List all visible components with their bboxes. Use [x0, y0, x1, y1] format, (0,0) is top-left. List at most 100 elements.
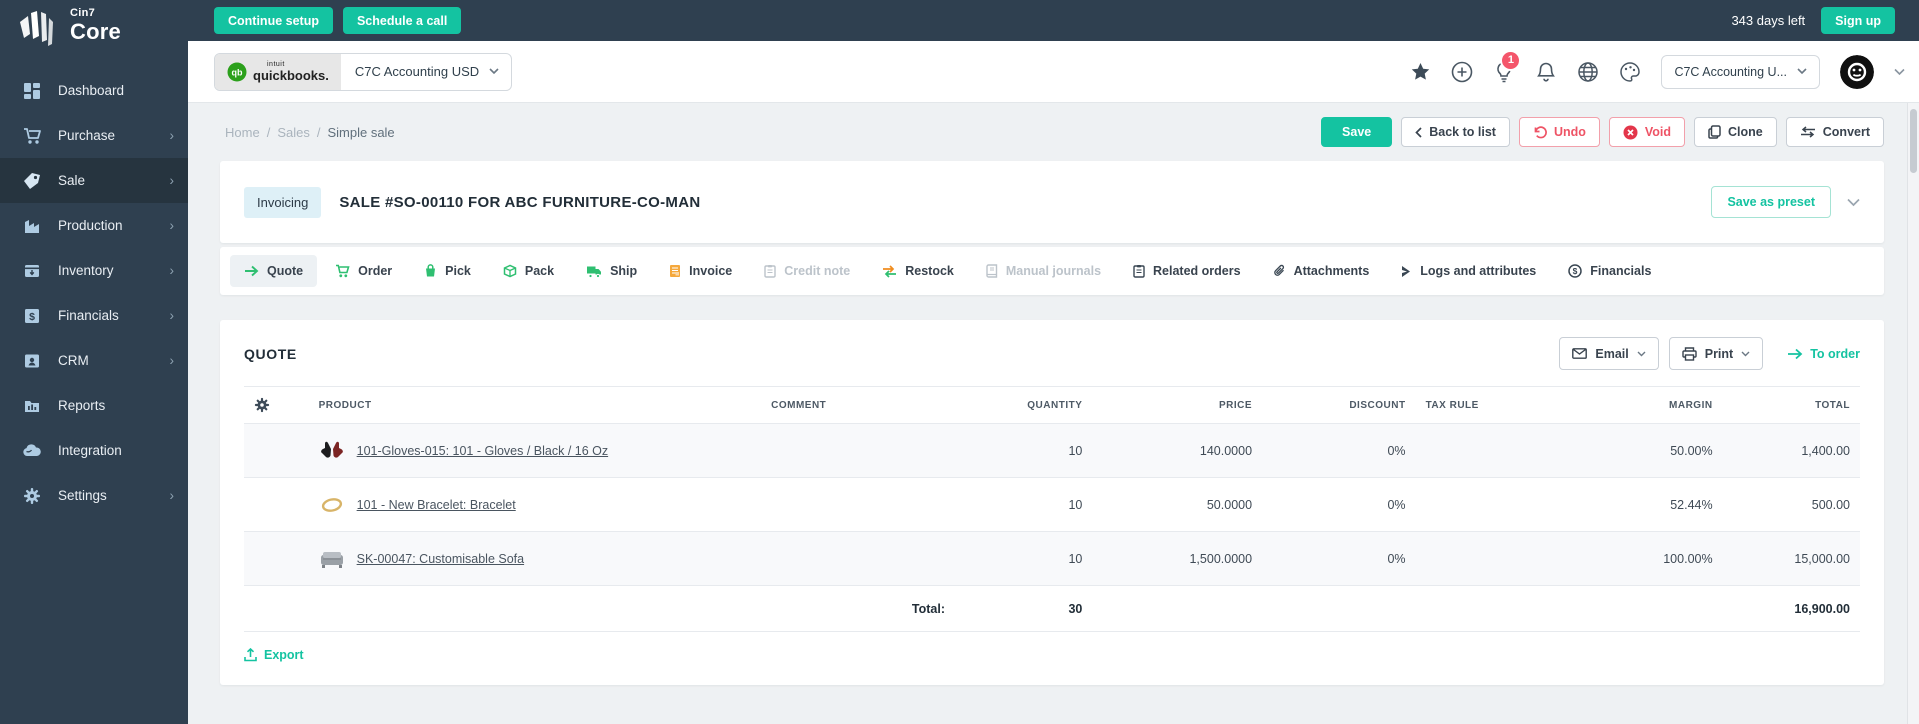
sidebar-item-integration[interactable]: Integration: [0, 428, 188, 473]
product-link[interactable]: SK-00047: Customisable Sofa: [357, 552, 524, 566]
tag-icon: [22, 171, 42, 191]
product-link[interactable]: 101-Gloves-015: 101 - Gloves / Black / 1…: [357, 444, 609, 458]
trial-days-left: 343 days left: [1731, 13, 1806, 28]
back-to-list-button[interactable]: Back to list: [1401, 117, 1510, 147]
cell-quantity[interactable]: 10: [955, 424, 1092, 478]
cell-comment[interactable]: [761, 424, 955, 478]
tab-attachments[interactable]: Attachments: [1259, 255, 1384, 287]
cell-discount[interactable]: 0%: [1262, 478, 1416, 532]
plus-circle-icon[interactable]: [1451, 61, 1473, 83]
sidebar-item-dashboard[interactable]: Dashboard: [0, 68, 188, 113]
sidebar-item-financials[interactable]: $ Financials ›: [0, 293, 188, 338]
sidebar-item-label: Purchase: [58, 128, 116, 143]
sidebar-item-purchase[interactable]: Purchase ›: [0, 113, 188, 158]
envelope-icon: [1572, 348, 1588, 359]
clone-button[interactable]: Clone: [1694, 117, 1777, 147]
sofa-thumbnail: [320, 551, 343, 568]
cell-tax-rule[interactable]: [1416, 532, 1561, 586]
clipboard-icon: [764, 265, 776, 278]
scrollbar-thumb[interactable]: [1910, 109, 1917, 173]
tab-invoice[interactable]: Invoice: [655, 255, 746, 287]
sidebar-item-sale[interactable]: Sale ›: [0, 158, 188, 203]
cell-price[interactable]: 1,500.0000: [1092, 532, 1262, 586]
column-settings-gear-icon[interactable]: [254, 397, 299, 413]
convert-button[interactable]: Convert: [1785, 117, 1884, 147]
tab-restock[interactable]: Restock: [868, 255, 968, 287]
continue-setup-button[interactable]: Continue setup: [214, 7, 333, 34]
email-button[interactable]: Email: [1559, 337, 1659, 370]
account-selector-dropdown[interactable]: C7C Accounting U...: [1661, 54, 1820, 89]
tab-quote[interactable]: Quote: [230, 255, 318, 287]
cell-margin: 50.00%: [1670, 443, 1713, 458]
cell-quantity[interactable]: 10: [955, 532, 1092, 586]
collapse-chevron-icon[interactable]: [1847, 198, 1860, 207]
col-header-comment[interactable]: COMMENT: [761, 387, 955, 424]
col-header-tax-rule[interactable]: TAX RULE: [1416, 387, 1561, 424]
page-title: SALE #SO-00110 FOR ABC FURNITURE-CO-MAN: [339, 193, 701, 211]
brand-name-big: Core: [70, 19, 121, 44]
cell-discount[interactable]: 0%: [1262, 424, 1416, 478]
vertical-scrollbar[interactable]: [1907, 103, 1919, 724]
col-header-total[interactable]: TOTAL: [1723, 387, 1860, 424]
tab-pack[interactable]: Pack: [489, 255, 568, 287]
schedule-call-button[interactable]: Schedule a call: [342, 7, 462, 34]
cell-quantity[interactable]: 10: [955, 478, 1092, 532]
tab-pick[interactable]: Pick: [410, 255, 485, 287]
notification-badge[interactable]: 1: [1500, 49, 1522, 71]
tab-credit-note[interactable]: Credit note: [750, 255, 864, 287]
lightbulb-icon[interactable]: 1: [1493, 49, 1522, 83]
tab-related-orders[interactable]: Related orders: [1119, 255, 1255, 287]
col-header-price[interactable]: PRICE: [1092, 387, 1262, 424]
tab-financials[interactable]: $ Financials: [1554, 255, 1665, 287]
tab-manual-journals[interactable]: Manual journals: [972, 255, 1115, 287]
user-menu-chevron-icon[interactable]: [1894, 68, 1905, 76]
undo-button[interactable]: Undo: [1518, 117, 1600, 147]
sidebar-item-production[interactable]: Production ›: [0, 203, 188, 248]
to-order-link[interactable]: To order: [1787, 347, 1860, 361]
breadcrumb-home[interactable]: Home: [225, 125, 260, 140]
sidebar-item-inventory[interactable]: Inventory ›: [0, 248, 188, 293]
print-button[interactable]: Print: [1668, 337, 1764, 370]
sidebar: Cin7 Core Dashboard Purchase › Sale › Pr…: [0, 0, 188, 724]
cell-tax-rule[interactable]: [1416, 424, 1561, 478]
quote-lines-table: PRODUCT COMMENT QUANTITY PRICE DISCOUNT …: [244, 386, 1860, 632]
table-header-row: PRODUCT COMMENT QUANTITY PRICE DISCOUNT …: [244, 386, 1860, 424]
topbar: Continue setup Schedule a call 343 days …: [188, 0, 1919, 41]
sidebar-item-settings[interactable]: Settings ›: [0, 473, 188, 518]
col-header-margin[interactable]: MARGIN: [1561, 387, 1723, 424]
star-icon[interactable]: [1409, 61, 1431, 83]
cell-comment[interactable]: [761, 478, 955, 532]
col-header-quantity[interactable]: QUANTITY: [955, 387, 1092, 424]
tab-order[interactable]: Order: [321, 255, 406, 287]
export-link[interactable]: Export: [244, 648, 304, 662]
breadcrumb-sales[interactable]: Sales: [277, 125, 310, 140]
quickbooks-account-dropdown[interactable]: qb intuit quickbooks. C7C Accounting USD: [214, 52, 513, 91]
cell-comment[interactable]: [761, 532, 955, 586]
quickbooks-circle-icon: qb: [227, 62, 247, 81]
col-header-product[interactable]: PRODUCT: [309, 387, 761, 424]
table-row: SK-00047: Customisable Sofa 10 1,500.000…: [244, 531, 1860, 586]
cell-price[interactable]: 50.0000: [1092, 478, 1262, 532]
cell-price[interactable]: 140.0000: [1092, 424, 1262, 478]
save-as-preset-button[interactable]: Save as preset: [1711, 186, 1831, 218]
truck-icon: [587, 266, 602, 278]
globe-icon[interactable]: [1577, 61, 1599, 83]
cell-discount[interactable]: 0%: [1262, 532, 1416, 586]
col-header-discount[interactable]: DISCOUNT: [1262, 387, 1416, 424]
bell-icon[interactable]: [1535, 61, 1557, 83]
save-button[interactable]: Save: [1321, 117, 1393, 147]
cell-tax-rule[interactable]: [1416, 478, 1561, 532]
tab-logs-and-attributes[interactable]: Logs and attributes: [1387, 255, 1550, 287]
sign-up-button[interactable]: Sign up: [1821, 7, 1895, 34]
cin7-core-logo[interactable]: Cin7 Core: [0, 0, 188, 62]
palette-icon[interactable]: [1619, 61, 1641, 83]
sidebar-item-reports[interactable]: Reports: [0, 383, 188, 428]
void-button[interactable]: Void: [1608, 117, 1686, 147]
pick-bag-icon: [426, 264, 436, 277]
product-link[interactable]: 101 - New Bracelet: Bracelet: [357, 498, 516, 512]
dashboard-grid-icon: [22, 81, 42, 101]
avatar[interactable]: [1840, 54, 1874, 89]
sidebar-item-crm[interactable]: CRM ›: [0, 338, 188, 383]
tab-ship[interactable]: Ship: [572, 255, 651, 287]
clipboard-icon: [1133, 265, 1145, 278]
